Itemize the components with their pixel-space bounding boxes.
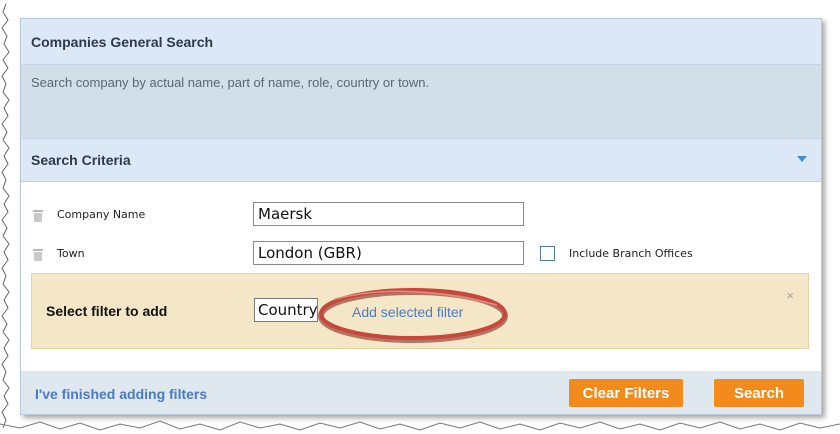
search-criteria-title: Search Criteria bbox=[31, 152, 131, 168]
search-description: Search company by actual name, part of n… bbox=[21, 65, 821, 138]
torn-edge-left bbox=[1, 3, 10, 429]
search-footer: I've finished adding filters Clear Filte… bbox=[21, 371, 821, 414]
trash-icon[interactable] bbox=[33, 210, 43, 222]
criteria-row-company-name: Company Name bbox=[21, 202, 821, 232]
collapse-chevron-icon[interactable] bbox=[797, 156, 807, 162]
trash-icon[interactable] bbox=[33, 249, 43, 261]
close-filter-bar-icon[interactable]: × bbox=[786, 288, 794, 303]
filter-add-bar: Select filter to add Country Add selecte… bbox=[31, 273, 809, 349]
add-selected-filter-link[interactable]: Add selected filter bbox=[352, 304, 463, 320]
town-input[interactable] bbox=[253, 241, 524, 265]
search-criteria-header[interactable]: Search Criteria bbox=[21, 138, 821, 182]
criteria-row-town: Town Include Branch Offices bbox=[21, 241, 821, 271]
clear-filters-button[interactable]: Clear Filters bbox=[569, 379, 683, 407]
company-name-label: Company Name bbox=[57, 208, 146, 221]
finished-adding-filters-link[interactable]: I've finished adding filters bbox=[35, 386, 207, 402]
town-label: Town bbox=[57, 247, 85, 260]
torn-edge-bottom bbox=[0, 420, 840, 431]
company-name-input[interactable] bbox=[253, 202, 524, 226]
search-button[interactable]: Search bbox=[714, 379, 804, 407]
include-branch-offices-checkbox[interactable] bbox=[540, 246, 555, 261]
companies-search-panel: Companies General Search Search company … bbox=[20, 18, 822, 415]
filter-select[interactable]: Country bbox=[254, 298, 318, 322]
panel-title: Companies General Search bbox=[21, 19, 821, 65]
select-filter-label: Select filter to add bbox=[46, 303, 168, 319]
include-branch-offices-label: Include Branch Offices bbox=[569, 247, 693, 260]
